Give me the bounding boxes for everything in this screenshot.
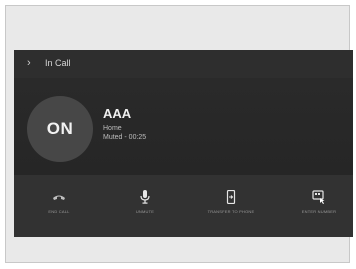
end-call-label: END CALL — [48, 209, 70, 214]
screenshot-frame: › In Call ON AAA Home Muted - 00:25 END … — [5, 5, 353, 263]
microphone-icon — [140, 190, 150, 204]
transfer-to-phone-label: TRANSFER TO PHONE — [207, 209, 255, 214]
end-call-button[interactable]: END CALL — [34, 175, 84, 237]
header-title: In Call — [45, 58, 71, 68]
call-status-circle[interactable]: ON — [27, 96, 93, 162]
phone-transfer-icon — [226, 190, 236, 204]
action-bar: END CALL UNMUTE TRANSFER TO PHONE ENTER … — [14, 175, 353, 237]
caller-name: AAA — [103, 106, 132, 121]
keypad-icon — [312, 190, 326, 204]
back-arrow-icon[interactable]: › — [27, 56, 31, 70]
call-status-text: Muted - 00:25 — [103, 134, 147, 141]
unmute-button[interactable]: UNMUTE — [120, 175, 170, 237]
unmute-label: UNMUTE — [135, 209, 155, 214]
enter-number-label: ENTER NUMBER — [301, 209, 337, 214]
call-status-label: ON — [46, 119, 74, 138]
phone-screen: › In Call ON AAA Home Muted - 00:25 END … — [14, 50, 353, 237]
enter-number-button[interactable]: ENTER NUMBER — [294, 175, 344, 237]
caller-type: Home — [103, 125, 122, 132]
transfer-to-phone-button[interactable]: TRANSFER TO PHONE — [197, 175, 265, 237]
header-bar: › In Call — [14, 50, 353, 78]
end-call-icon — [52, 190, 66, 204]
